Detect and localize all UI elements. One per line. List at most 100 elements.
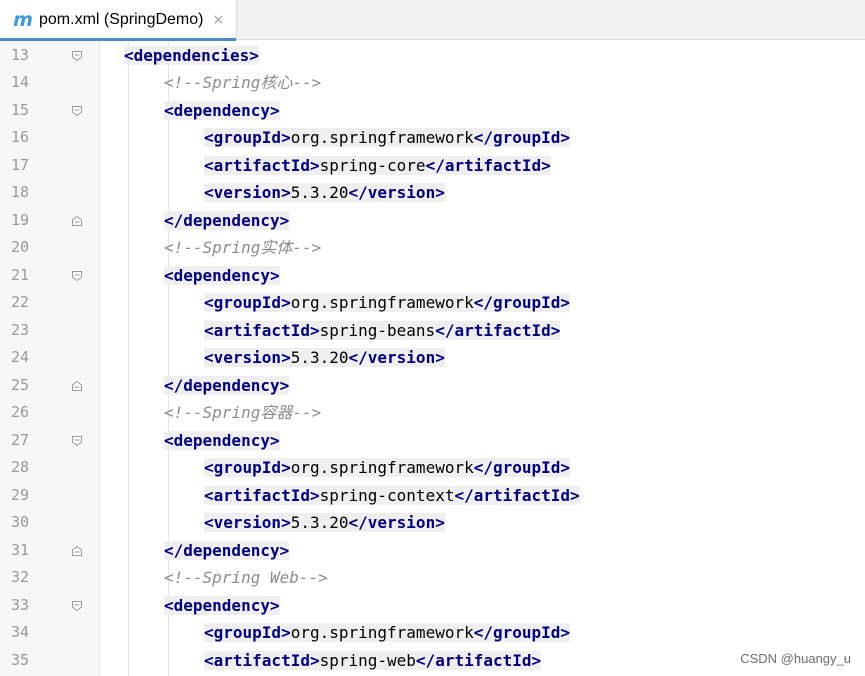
tab-bar: m pom.xml (SpringDemo) × bbox=[0, 0, 865, 41]
xml-tag: </version> bbox=[348, 513, 445, 532]
xml-text: org.springframework bbox=[290, 623, 474, 642]
line-number: 33 bbox=[10, 595, 29, 614]
line-number: 31 bbox=[10, 540, 29, 559]
line-number: 19 bbox=[10, 210, 29, 229]
line-number: 16 bbox=[10, 128, 29, 146]
code-line[interactable]: <artifactId>spring-web</artifactId> bbox=[204, 647, 542, 675]
fold-close-icon[interactable] bbox=[71, 545, 83, 557]
code-line[interactable]: <dependency> bbox=[164, 427, 280, 455]
xml-tag: <groupId> bbox=[204, 128, 291, 147]
xml-tag: </version> bbox=[348, 183, 445, 202]
xml-text: spring-web bbox=[319, 650, 416, 670]
code-line[interactable]: </dependency> bbox=[164, 372, 290, 400]
line-number: 14 bbox=[10, 73, 29, 91]
line-number: 13 bbox=[10, 45, 29, 64]
xml-comment: <!--Spring容器--> bbox=[164, 403, 322, 422]
code-line[interactable]: <artifactId>spring-context</artifactId> bbox=[204, 482, 580, 510]
xml-tag: </version> bbox=[348, 348, 445, 367]
fold-open-icon[interactable] bbox=[71, 105, 83, 117]
code-line[interactable]: <groupId>org.springframework</groupId> bbox=[204, 289, 571, 317]
fold-open-icon[interactable] bbox=[71, 600, 83, 612]
line-number: 21 bbox=[10, 265, 29, 284]
code-line[interactable]: <dependency> bbox=[164, 97, 280, 125]
xml-text: org.springframework bbox=[290, 128, 474, 147]
fold-open-icon[interactable] bbox=[71, 270, 83, 282]
code-line[interactable]: <dependency> bbox=[164, 262, 280, 290]
code-line[interactable]: <version>5.3.20</version> bbox=[204, 179, 445, 207]
xml-tag: <dependency> bbox=[164, 265, 280, 285]
xml-tag: </dependency> bbox=[164, 540, 290, 560]
xml-tag: </dependency> bbox=[164, 375, 290, 395]
code-line[interactable]: <version>5.3.20</version> bbox=[204, 344, 445, 372]
line-number: 24 bbox=[10, 348, 29, 366]
xml-tag: <dependencies> bbox=[124, 45, 259, 65]
line-number: 20 bbox=[10, 238, 29, 256]
editor-window: m pom.xml (SpringDemo) × 13 14 15 16 17 18 19 2… bbox=[0, 0, 865, 676]
xml-tag: </groupId> bbox=[473, 623, 571, 642]
line-number: 34 bbox=[10, 623, 29, 641]
xml-tag: <dependency> bbox=[164, 595, 280, 615]
code-line[interactable]: <groupId>org.springframework</groupId> bbox=[204, 619, 571, 647]
xml-tag: <groupId> bbox=[204, 458, 291, 477]
code-line[interactable]: <groupId>org.springframework</groupId> bbox=[204, 124, 571, 152]
watermark: CSDN @huangy_u bbox=[740, 651, 851, 666]
xml-text: org.springframework bbox=[290, 293, 474, 312]
close-icon[interactable]: × bbox=[212, 13, 224, 27]
line-number: 26 bbox=[10, 403, 29, 421]
fold-open-icon[interactable] bbox=[71, 50, 83, 62]
line-number: 22 bbox=[10, 293, 29, 311]
code-line[interactable]: <!--Spring Web--> bbox=[164, 564, 328, 592]
xml-tag: <artifactId> bbox=[204, 650, 320, 670]
code-line[interactable]: <!--Spring容器--> bbox=[164, 399, 321, 427]
maven-m-icon: m bbox=[13, 8, 33, 31]
xml-comment: <!--Spring Web--> bbox=[164, 568, 328, 587]
xml-comment: <!--Spring实体--> bbox=[164, 238, 322, 257]
tab-pom-xml[interactable]: m pom.xml (SpringDemo) × bbox=[0, 0, 237, 41]
xml-tag: </artifactId> bbox=[425, 155, 551, 175]
code-line[interactable]: </dependency> bbox=[164, 207, 290, 235]
fold-open-icon[interactable] bbox=[71, 435, 83, 447]
code-line[interactable]: <dependency> bbox=[164, 592, 280, 620]
code-line[interactable]: <artifactId>spring-core</artifactId> bbox=[204, 152, 551, 180]
fold-close-icon[interactable] bbox=[71, 380, 83, 392]
xml-tag: <groupId> bbox=[204, 623, 291, 642]
line-number: 23 bbox=[10, 320, 29, 339]
code-line[interactable]: <!--Spring核心--> bbox=[164, 69, 321, 97]
xml-tag: </artifactId> bbox=[415, 650, 542, 670]
xml-tag: <dependency> bbox=[164, 430, 280, 450]
tab-label: pom.xml (SpringDemo) bbox=[39, 11, 204, 28]
xml-tag: <version> bbox=[204, 183, 291, 202]
xml-text: 5.3.20 bbox=[290, 183, 349, 202]
xml-text: spring-context bbox=[319, 485, 455, 505]
code-line[interactable]: <groupId>org.springframework</groupId> bbox=[204, 454, 571, 482]
code-line[interactable]: <artifactId>spring-beans</artifactId> bbox=[204, 317, 561, 345]
xml-tag: <version> bbox=[204, 348, 291, 367]
line-gutter: 13 14 15 16 17 18 19 20 21 22 23 24 25 26 27 28 29 30 31 32… bbox=[0, 41, 100, 676]
xml-tag: </groupId> bbox=[473, 293, 571, 312]
xml-tag: <dependency> bbox=[164, 100, 280, 120]
line-number: 29 bbox=[10, 485, 29, 504]
xml-tag: <artifactId> bbox=[204, 155, 320, 175]
line-number: 18 bbox=[10, 183, 29, 201]
xml-tag: <version> bbox=[204, 513, 291, 532]
xml-comment: <!--Spring核心--> bbox=[164, 73, 322, 92]
line-number: 25 bbox=[10, 375, 29, 394]
xml-tag: </dependency> bbox=[164, 210, 290, 230]
line-number: 32 bbox=[10, 568, 29, 586]
xml-tag: <artifactId> bbox=[204, 485, 320, 505]
xml-text: org.springframework bbox=[290, 458, 474, 477]
indent-guide bbox=[128, 41, 129, 676]
fold-close-icon[interactable] bbox=[71, 215, 83, 227]
xml-tag: </artifactId> bbox=[435, 320, 561, 340]
code-line[interactable]: <dependencies> bbox=[124, 42, 259, 70]
code-line[interactable]: <!--Spring实体--> bbox=[164, 234, 321, 262]
xml-tag: </artifactId> bbox=[454, 485, 580, 505]
xml-tag: <groupId> bbox=[204, 293, 291, 312]
code-line[interactable]: </dependency> bbox=[164, 537, 290, 565]
code-line[interactable]: <version>5.3.20</version> bbox=[204, 509, 445, 537]
line-number: 15 bbox=[10, 100, 29, 119]
xml-tag: <artifactId> bbox=[204, 320, 320, 340]
xml-tag: </groupId> bbox=[473, 128, 571, 147]
code-area[interactable]: <dependencies> <!--Spring核心--> <dependency… bbox=[100, 41, 865, 676]
xml-text: 5.3.20 bbox=[290, 348, 349, 367]
